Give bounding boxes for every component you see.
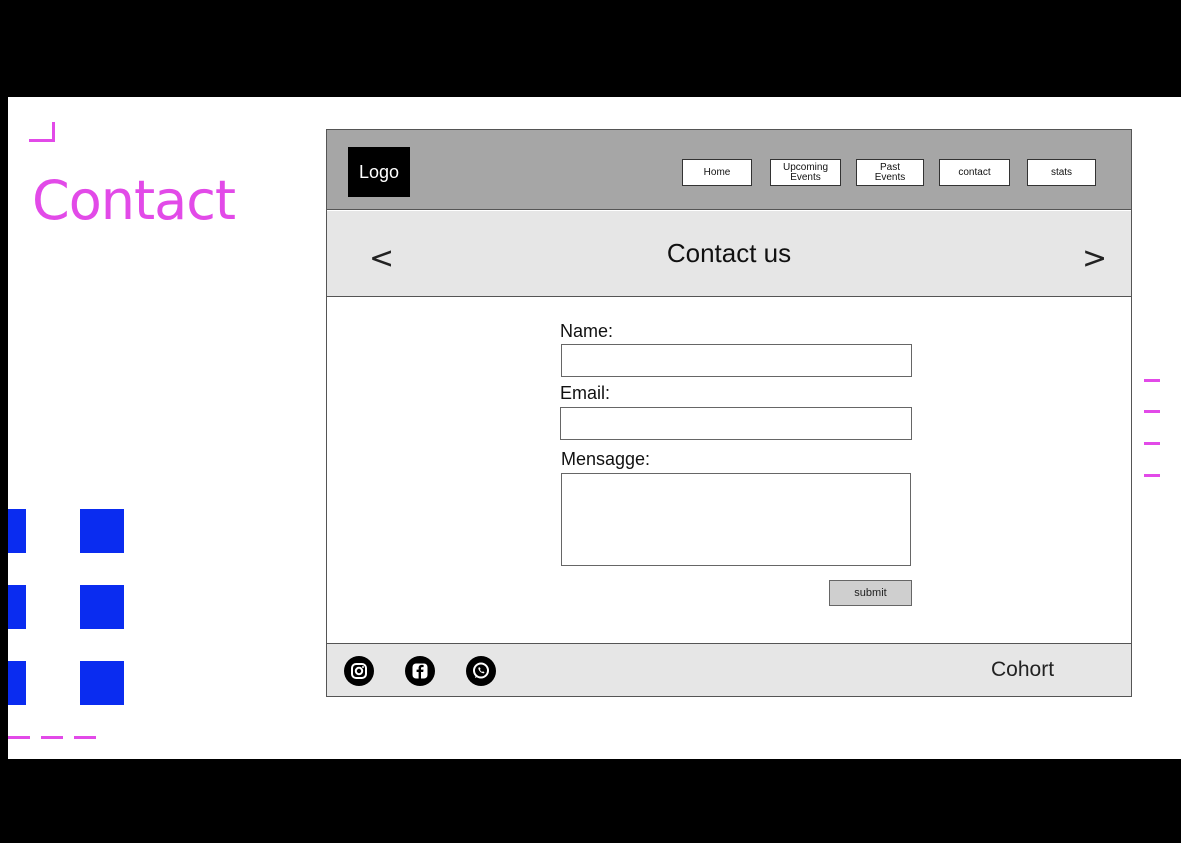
dash-decoration [8,736,30,739]
corner-mark-decoration [29,122,55,142]
blue-square-decoration [80,585,124,629]
footer-brand: Cohort [991,658,1055,681]
next-arrow-icon[interactable]: > [1082,241,1107,276]
facebook-icon[interactable] [405,656,435,686]
dash-decoration [1144,442,1160,445]
instagram-icon[interactable] [344,656,374,686]
dash-decoration [1144,410,1160,413]
message-textarea[interactable] [561,473,911,566]
name-field[interactable] [561,344,912,377]
bottom-letterbox [0,759,1181,843]
banner-title: Contact us [666,238,792,268]
dash-decoration [1144,474,1160,477]
nav-upcoming-events-button[interactable]: Upcoming Events [770,159,841,186]
blue-square-decoration [8,585,26,629]
message-label: Mensagge: [561,449,651,469]
dash-decoration [1144,379,1160,382]
blue-square-decoration [80,661,124,705]
website-wireframe: Logo Home Upcoming Events Past Events co… [326,129,1132,697]
whatsapp-icon[interactable] [466,656,496,686]
logo[interactable]: Logo [348,147,410,197]
blue-square-decoration [80,509,124,553]
slide: Contact Logo Home Upcoming Events Past E… [8,97,1181,759]
banner: < Contact us > [327,211,1131,297]
name-label: Name: [560,321,614,341]
blue-square-decoration [8,661,26,705]
email-field[interactable] [560,407,912,440]
blue-square-decoration [8,509,26,553]
email-label: Email: [560,383,611,403]
dash-decoration [74,736,96,739]
nav-past-events-button[interactable]: Past Events [856,159,924,186]
navbar: Logo Home Upcoming Events Past Events co… [327,130,1131,210]
footer: Cohort [327,643,1131,696]
dash-decoration [41,736,63,739]
top-letterbox [0,0,1181,97]
nav-stats-button[interactable]: stats [1027,159,1096,186]
submit-button[interactable]: submit [829,580,912,606]
nav-contact-button[interactable]: contact [939,159,1010,186]
slide-title: Contact [32,169,236,232]
nav-home-button[interactable]: Home [682,159,752,186]
